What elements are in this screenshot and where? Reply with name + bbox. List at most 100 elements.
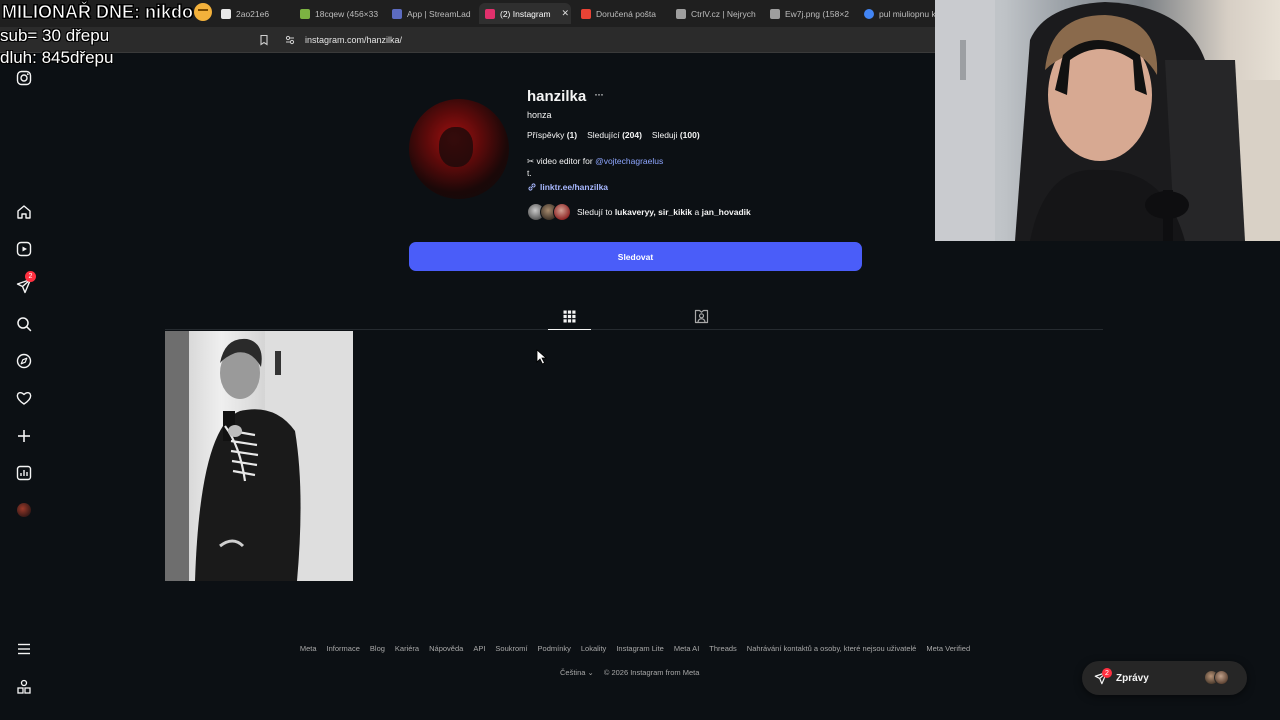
profile-stats: Příspěvky (1) Sledující (204) Sleduji (1…: [527, 130, 700, 140]
browser-tab[interactable]: Doručená pošta: [575, 3, 663, 24]
footer-link[interactable]: Meta Verified: [926, 644, 970, 653]
profile-avatar[interactable]: [14, 500, 34, 520]
browser-tab-active[interactable]: (2) Instagram ✕: [479, 3, 571, 24]
create-plus-icon[interactable]: [14, 426, 34, 446]
messages-icon[interactable]: 2: [14, 271, 36, 296]
tab-favicon-icon: [485, 8, 495, 19]
footer-link[interactable]: Soukromí: [495, 644, 527, 653]
browser-tab[interactable]: 2ao21e6: [215, 3, 293, 24]
search-icon[interactable]: [14, 314, 34, 334]
followed-by-row[interactable]: Sledují to lukaveryy, sir_kikik a jan_ho…: [527, 203, 751, 221]
overlay-millionaire-line: MILIONAŘ DNE: nikdo: [2, 2, 212, 23]
followed-by-text: Sledují to lukaveryy, sir_kikik a jan_ho…: [577, 207, 751, 217]
profile-external-link[interactable]: linktr.ee/hanzilka: [527, 182, 608, 192]
more-options-icon[interactable]: ···: [594, 87, 604, 101]
also-from-meta-icon[interactable]: [14, 677, 34, 697]
following-number: (100): [679, 130, 700, 140]
tab-favicon-icon: [300, 8, 310, 19]
tab-favicon-icon: [392, 8, 402, 19]
footer-meta: Čeština ⌄ © 2026 Instagram from Meta: [560, 668, 699, 677]
link-icon: [528, 183, 536, 191]
footer-links: Meta Informace Blog Kariéra Nápověda API Soukr…: [0, 644, 1270, 653]
footer-link[interactable]: Nápověda: [429, 644, 463, 653]
explore-compass-icon[interactable]: [14, 351, 34, 371]
tab-posts-grid[interactable]: [548, 303, 591, 330]
follow-button[interactable]: Sledovat: [409, 242, 862, 271]
heart-icon[interactable]: [14, 388, 34, 408]
tab-favicon-icon: [581, 8, 591, 19]
tab-favicon-icon: [676, 8, 686, 19]
following-label: Sleduji: [651, 130, 678, 140]
tab-favicon-icon: [864, 8, 874, 19]
follower-avatar: [553, 203, 571, 221]
tabs-divider: [165, 329, 1103, 330]
language-label: Čeština: [560, 668, 586, 677]
browser-tab[interactable]: Ew7j.png (158×2: [764, 3, 852, 24]
posts-number: (1): [566, 130, 578, 140]
followers-link[interactable]: Sledující (204): [587, 130, 642, 140]
post-photo: [165, 331, 353, 581]
url-input[interactable]: instagram.com/hanzilka/: [305, 35, 402, 45]
footer-link[interactable]: Instagram Lite: [616, 644, 664, 653]
reels-icon[interactable]: [14, 239, 34, 259]
followed-by-names: lukaveryy, sir_kikik: [614, 207, 693, 217]
tab-label: App | StreamLad: [407, 8, 471, 19]
overlay-sub-line: sub= 30 dřepu: [0, 26, 110, 45]
bio-text: ✂ video editor for: [527, 156, 596, 166]
grid-icon: [563, 310, 576, 322]
message-avatars: [1204, 670, 1229, 685]
tab-favicon-icon: [770, 8, 780, 19]
footer-link[interactable]: Podmínky: [538, 644, 571, 653]
language-selector[interactable]: Čeština ⌄: [560, 668, 594, 677]
tab-label: CtrlV.cz | Nejrych: [691, 8, 756, 19]
footer-link[interactable]: Meta: [300, 644, 317, 653]
home-icon[interactable]: [14, 202, 34, 222]
bookmark-icon[interactable]: [258, 34, 270, 46]
dashboard-chart-icon[interactable]: [14, 463, 34, 483]
bio-mention-link[interactable]: @vojtechagraelus: [595, 156, 663, 166]
footer-link[interactable]: API: [473, 644, 485, 653]
profile-picture[interactable]: [409, 99, 509, 199]
overlay-debt-line: dluh: 845dřepu: [0, 48, 114, 67]
posts-count: Příspěvky (1): [527, 130, 577, 140]
footer-link[interactable]: Threads: [709, 644, 737, 653]
profile-username: hanzilka: [527, 88, 587, 105]
messages-button[interactable]: 2 Zprávy: [1082, 661, 1247, 695]
footer-link[interactable]: Informace: [327, 644, 360, 653]
instagram-logo-icon[interactable]: [14, 68, 34, 88]
tab-tagged[interactable]: [680, 303, 723, 330]
followed-by-and: a: [692, 207, 702, 217]
notification-count-badge: 2: [25, 271, 36, 282]
tab-label: (2) Instagram: [500, 8, 551, 19]
browser-tab[interactable]: CtrlV.cz | Nejrych: [670, 3, 756, 24]
tab-label: Ew7j.png (158×2: [785, 8, 850, 19]
followers-number: (204): [622, 130, 642, 140]
post-thumbnail[interactable]: [165, 331, 353, 581]
browser-tab[interactable]: pul miuliopnu k: [858, 3, 938, 24]
browser-tab[interactable]: 18cqew (456×33: [294, 3, 384, 24]
footer-link[interactable]: Meta AI: [674, 644, 699, 653]
external-link-text: linktr.ee/hanzilka: [540, 182, 609, 192]
tab-label: Doručená pošta: [596, 8, 657, 19]
following-link[interactable]: Sleduji (100): [652, 130, 700, 140]
tab-close-icon[interactable]: ✕: [562, 8, 570, 19]
smiley-emoji-icon: [194, 3, 212, 21]
footer-link[interactable]: Kariéra: [395, 644, 419, 653]
footer-link[interactable]: Lokality: [581, 644, 606, 653]
overlay-line1-text: MILIONAŘ DNE: nikdo: [2, 2, 194, 23]
message-avatar: [1214, 670, 1229, 685]
tab-label: 18cqew (456×33: [315, 8, 379, 19]
webcam-streamer-image: [935, 0, 1280, 241]
footer-link[interactable]: Nahrávání kontaktů a osoby, které nejsou…: [747, 644, 917, 653]
profile-full-name: honza: [527, 110, 552, 120]
mouse-cursor-icon: [536, 349, 548, 365]
webcam-feed: [935, 0, 1280, 241]
instagram-sidebar: 2: [0, 60, 48, 720]
site-info-icon[interactable]: [285, 35, 295, 45]
browser-tab[interactable]: App | StreamLad: [386, 3, 478, 24]
followers-label: Sledující: [587, 130, 620, 140]
messages-count-badge: 2: [1102, 668, 1112, 678]
copyright-text: © 2026 Instagram from Meta: [603, 668, 700, 677]
footer-link[interactable]: Blog: [370, 644, 385, 653]
messages-label: Zprávy: [1116, 672, 1149, 684]
